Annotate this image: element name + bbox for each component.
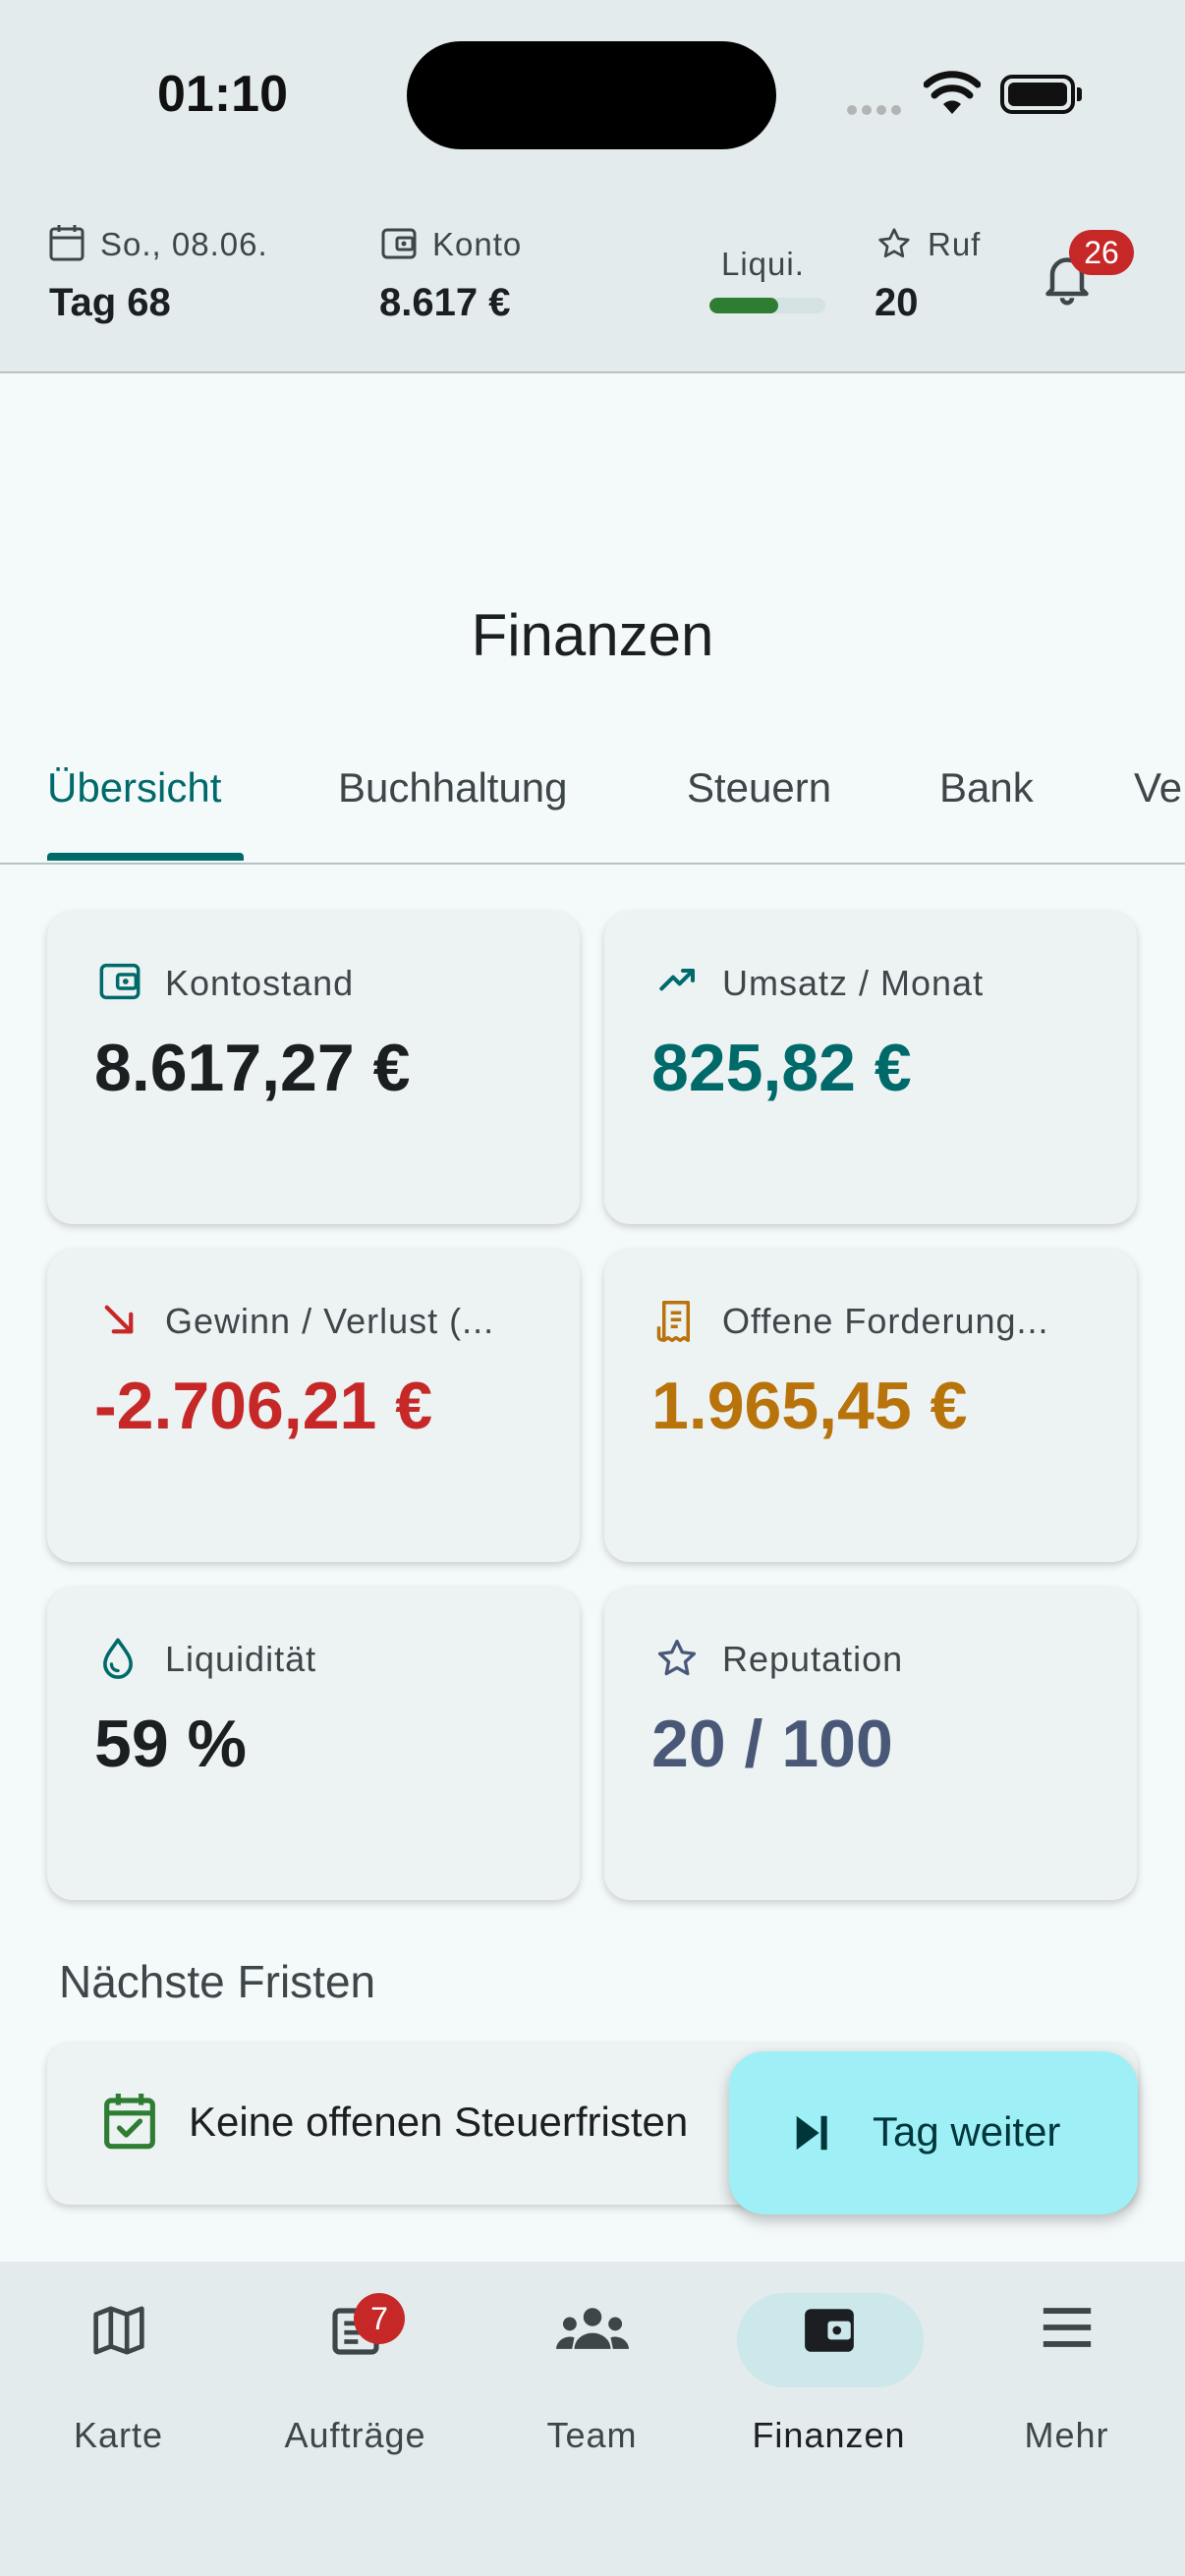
water-drop-icon [98,1637,138,1687]
card-label: Kontostand [165,963,355,1003]
battery-icon [1000,75,1075,114]
card-value: -2.706,21 € [94,1369,433,1443]
header-day-value: Tag 68 [49,281,171,324]
card-value: 20 / 100 [651,1707,893,1781]
next-day-fab[interactable]: Tag weiter [729,2051,1138,2214]
card-gewinn-verlust[interactable]: Gewinn / Verlust (... -2.706,21 € [47,1250,580,1562]
map-icon [90,2303,147,2363]
nav-label: Finanzen [752,2415,906,2455]
nav-finanzen[interactable]: Finanzen [710,2262,947,2458]
wallet-icon [381,226,417,266]
nav-karte[interactable]: Karte [0,2262,237,2458]
calendar-icon [49,224,85,266]
card-value: 825,82 € [651,1031,912,1105]
tab-bank[interactable]: Bank [939,764,1034,812]
card-label: Gewinn / Verlust (... [165,1301,495,1341]
star-outline-icon [655,1637,699,1685]
tab-bar: Übersicht Buchhaltung Steuern Bank Ve [0,747,1185,865]
nav-mehr[interactable]: Mehr [948,2262,1185,2458]
header-reputation-label: Ruf [928,226,982,262]
card-kontostand[interactable]: Kontostand 8.617,27 € [47,912,580,1224]
nav-label: Karte [73,2415,164,2455]
bottom-navigation: Karte Aufträge 7 Team Finanzen Mehr [0,2262,1185,2576]
status-time: 01:10 [157,66,288,123]
notification-count-badge: 26 [1069,230,1134,275]
header-date-label: So., 08.06. [100,226,268,262]
tab-ve[interactable]: Ve [1134,764,1182,812]
deadline-empty-text: Keine offenen Steuerfristen [189,2099,689,2145]
star-outline-icon [876,226,912,266]
card-label: Reputation [722,1639,904,1679]
header-liquidity-label: Liqui. [721,246,805,282]
liquidity-progress-bar [709,298,825,313]
wallet-icon [801,2303,858,2363]
card-value: 1.965,45 € [651,1369,968,1443]
orders-count-badge: 7 [354,2293,405,2344]
card-value: 59 % [94,1707,247,1781]
card-label: Umsatz / Monat [722,963,985,1003]
card-value: 8.617,27 € [94,1031,411,1105]
trending-up-icon [655,961,701,1005]
cellular-signal-icon [847,102,906,120]
wifi-icon [923,71,982,119]
card-label: Liquidität [165,1639,317,1679]
fab-label: Tag weiter [873,2108,1061,2155]
receipt-icon [655,1299,697,1349]
nav-auftraege[interactable]: Aufträge [237,2262,474,2458]
liquidity-progress-fill [709,298,778,313]
header-account-value: 8.617 € [379,281,511,324]
card-offene-forderungen[interactable]: Offene Forderung... 1.965,45 € [604,1250,1137,1562]
card-label: Offene Forderung... [722,1301,1049,1341]
battery-tip [1077,87,1082,101]
calendar-check-icon [102,2091,157,2156]
nav-label: Team [546,2415,638,2455]
card-reputation[interactable]: Reputation 20 / 100 [604,1588,1137,1900]
trending-down-arrow-icon [98,1299,140,1345]
card-liquiditaet[interactable]: Liquidität 59 % [47,1588,580,1900]
tab-indicator [47,853,244,861]
skip-next-icon [792,2112,831,2158]
header-reputation-value: 20 [875,281,919,324]
header-account-label: Konto [432,226,523,262]
section-title-fristen: Nächste Fristen [59,1956,376,2007]
card-umsatz-monat[interactable]: Umsatz / Monat 825,82 € [604,912,1137,1224]
dynamic-island [407,41,776,149]
menu-icon [1039,2303,1096,2357]
tab-uebersicht[interactable]: Übersicht [47,764,221,812]
nav-label: Mehr [1024,2415,1109,2455]
tab-buchhaltung[interactable]: Buchhaltung [338,764,568,812]
nav-label: Aufträge [284,2415,426,2455]
team-icon [555,2303,629,2359]
tab-steuern[interactable]: Steuern [687,764,831,812]
wallet-icon [98,961,141,1007]
page-title: Finanzen [471,602,714,668]
nav-team[interactable]: Team [474,2262,710,2458]
